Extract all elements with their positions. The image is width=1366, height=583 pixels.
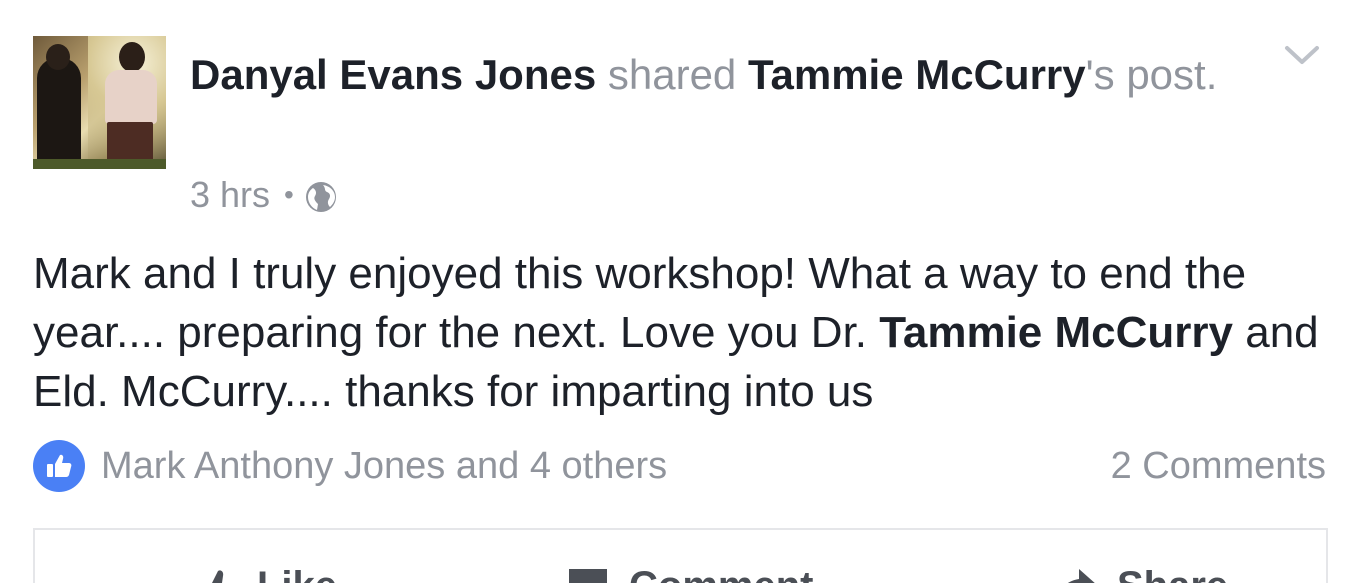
comment-label: Comment [629,564,813,583]
like-label: Like [257,564,337,583]
avatar-figure-left [37,58,81,169]
thumbs-up-icon [211,569,234,583]
likers-text: Mark Anthony Jones and 4 others [101,445,668,487]
author-avatar[interactable] [33,36,166,169]
chevron-down-icon[interactable] [1283,40,1321,70]
meta-separator: • [284,179,294,210]
avatar-ground [33,159,166,169]
comment-button[interactable]: Comment [565,564,813,583]
post-meta: 3 hrs • [190,172,338,218]
shared-text: shared [607,51,737,98]
post-header: Danyal Evans Jones shared Tammie McCurry… [190,46,1250,104]
action-bar: Like Comment Share [33,528,1328,583]
avatar-figure-right-top [105,70,157,124]
comments-count-link[interactable]: 2 Comments [1111,440,1326,492]
share-icon [1067,568,1096,583]
author-name-link[interactable]: Danyal Evans Jones [190,51,596,98]
original-author-link[interactable]: Tammie McCurry [748,51,1086,98]
globe-icon[interactable] [304,179,338,213]
post-suffix: 's post. [1085,51,1218,98]
share-label: Share [1117,564,1228,583]
mention-link[interactable]: Tammie McCurry [879,308,1233,357]
post-timestamp[interactable]: 3 hrs [190,172,270,218]
post-body: Mark and I truly enjoyed this workshop! … [33,244,1333,421]
avatar-figure-right-head [119,42,145,72]
comment-icon [569,568,607,583]
avatar-figure-left-head [46,44,70,70]
like-icon [33,440,85,492]
reactions-summary[interactable]: Mark Anthony Jones and 4 others [33,440,667,492]
like-button[interactable]: Like [195,564,337,583]
share-button[interactable]: Share [1053,564,1228,583]
